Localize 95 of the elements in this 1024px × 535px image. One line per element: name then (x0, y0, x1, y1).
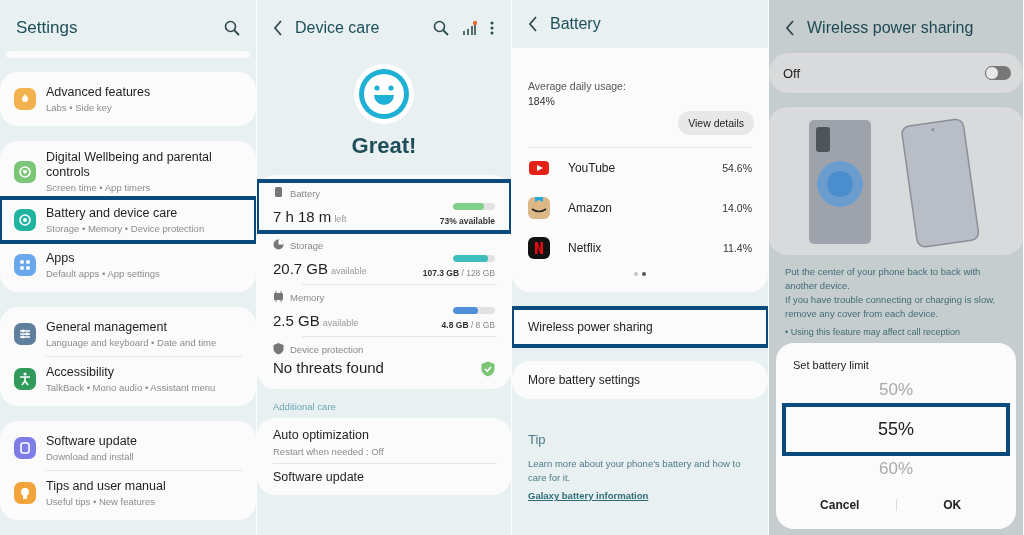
item-title: Accessibility (46, 365, 116, 380)
toggle-switch[interactable] (985, 66, 1011, 80)
settings-item[interactable]: Software update Download and install (0, 426, 256, 470)
item-unit: left (334, 214, 347, 224)
settings-item[interactable]: Wireless power sharing (512, 308, 768, 346)
item-subtitle: Language and keyboard • Date and time (46, 337, 217, 348)
item-title: Auto optimization (273, 428, 370, 443)
item-subtitle: Storage • Memory • Device protection (46, 223, 205, 234)
item-title: Digital Wellbeing and parental controls (46, 150, 213, 180)
item-value: 7 h 18 m (273, 208, 332, 225)
battery-icon (273, 187, 284, 199)
app-percentage: 14.0% (722, 202, 752, 214)
usage-value: 184% (528, 95, 556, 107)
note-text: • Using this feature may affect call reception (785, 327, 962, 337)
page-indicator-dot[interactable] (642, 272, 646, 276)
settings-item[interactable]: General management Language and keyboard • Date and time (0, 312, 256, 356)
section-header: Additional care (272, 400, 337, 414)
more-options-icon[interactable] (489, 19, 495, 36)
item-title: Tips and user manual (46, 479, 166, 494)
item-title: Software update (273, 470, 366, 485)
app-name: Netflix (568, 241, 603, 255)
usage-detail: 4.8 GB / 8 GB (441, 320, 495, 330)
app-name: Amazon (568, 201, 614, 215)
info-link[interactable]: Galaxy battery information (528, 490, 649, 501)
usage-detail: 107.3 GB / 128 GB (422, 268, 495, 278)
app-name: YouTube (568, 161, 617, 175)
screen-title: Wireless power sharing (807, 18, 974, 37)
app-percentage: 11.4% (723, 242, 752, 254)
settings-item[interactable]: Advanced features Labs • Side key (0, 77, 256, 121)
search-icon[interactable] (433, 19, 449, 36)
item-subtitle: TalkBack • Mono audio • Assistant menu (46, 382, 216, 393)
item-title: Apps (46, 251, 76, 266)
summary-item[interactable]: Memory 2.5 GB available 4.8 GB / 8 GB (257, 285, 511, 336)
screen-title: Device care (295, 18, 380, 37)
pie-icon (273, 239, 284, 251)
description-text: If you have trouble connecting or charging is slow, remove any cover from each device. (785, 293, 997, 321)
toggle-label: Off (783, 65, 801, 81)
item-label: Battery (290, 187, 321, 199)
picker-option[interactable]: 55% (784, 405, 1008, 454)
item-subtitle: Screen time • App timers (46, 182, 152, 193)
dialog-title: Set battery limit (792, 359, 870, 371)
tip-title: Tip (528, 432, 547, 447)
item-title: Software update (46, 434, 138, 449)
back-icon[interactable] (528, 16, 538, 32)
summary-item[interactable]: Storage 20.7 GB available 107.3 GB / 128 GB (257, 233, 511, 284)
item-subtitle: Labs • Side key (46, 102, 113, 113)
letter-n-icon (528, 237, 550, 259)
app-usage-row[interactable]: Amazon 14.0% (528, 188, 752, 228)
item-label: Memory (290, 291, 325, 303)
item-unit: available (322, 318, 359, 328)
item-title: General management (46, 320, 168, 335)
summary-item[interactable]: Battery 7 h 18 m left 73% available (257, 181, 511, 232)
app-usage-row[interactable]: YouTube 54.6% (528, 148, 752, 188)
status-text: Great! (350, 133, 418, 159)
item-subtitle: Useful tips • New features (46, 496, 156, 507)
shield-icon (273, 343, 284, 355)
cancel-button[interactable]: Cancel (784, 490, 896, 520)
item-label: Storage (290, 239, 324, 251)
app-usage-row[interactable]: Netflix 11.4% (528, 228, 752, 268)
back-icon[interactable] (785, 19, 795, 36)
view-details-button[interactable]: View details (678, 111, 754, 135)
usage-label: Average daily usage: (528, 80, 627, 92)
memory-chip-icon (273, 291, 284, 303)
settings-item[interactable]: Apps Default apps • App settings (0, 243, 256, 287)
screen-title: Settings (16, 17, 79, 38)
settings-item[interactable]: Accessibility TalkBack • Mono audio • Assistant menu (0, 357, 256, 401)
settings-item[interactable]: Software update (257, 464, 511, 491)
back-icon[interactable] (273, 19, 283, 36)
item-title: Battery and device care (46, 206, 179, 221)
item-subtitle: Download and install (46, 451, 135, 462)
shield-check-icon (481, 361, 495, 377)
item-value: 2.5 GB (273, 312, 320, 329)
screen-title: Battery (550, 15, 601, 33)
ok-button[interactable]: OK (896, 490, 1008, 520)
item-title: Advanced features (46, 85, 151, 100)
item-subtitle: Restart when needed : Off (273, 446, 385, 457)
item-subtitle: Default apps • App settings (46, 268, 160, 279)
summary-item[interactable]: Device protection No threats found (257, 337, 511, 383)
tip-text: Learn more about your phone's battery and how to care for it. (528, 457, 742, 485)
smiley-icon (353, 63, 415, 125)
item-value: No threats found (273, 359, 384, 376)
description-text: Put the center of your phone back to back with another device. (785, 265, 982, 293)
settings-item[interactable]: More battery settings (512, 361, 768, 399)
search-icon[interactable] (224, 19, 240, 36)
page-indicator-dot[interactable] (634, 272, 638, 276)
settings-item[interactable]: Digital Wellbeing and parental controls Screen time • App timers (0, 146, 256, 197)
settings-item[interactable]: Tips and user manual Useful tips • New features (0, 471, 256, 515)
usage-detail: 73% available (439, 216, 495, 226)
app-percentage: 54.6% (722, 162, 752, 174)
settings-item[interactable]: Battery and device care Storage • Memory • Device protection (0, 198, 256, 242)
bar-chart-icon[interactable] (461, 19, 477, 36)
item-label: Device protection (290, 343, 364, 355)
item-value: 20.7 GB (273, 260, 329, 277)
item-unit: available (331, 266, 367, 276)
settings-item[interactable]: Auto optimization Restart when needed : Off (257, 422, 511, 463)
